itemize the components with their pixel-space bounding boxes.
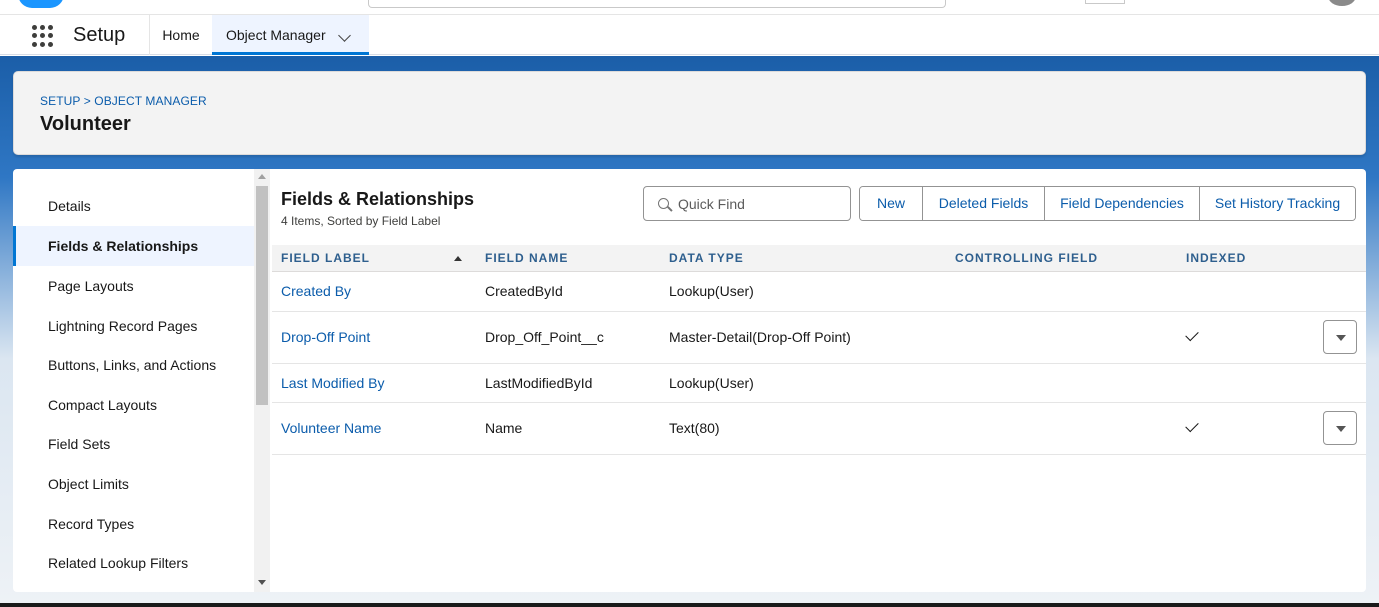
- nav-tab-home[interactable]: Home: [150, 15, 212, 55]
- table-row: Last Modified By LastModifiedById Lookup…: [272, 364, 1366, 403]
- column-header-controlling-field[interactable]: CONTROLLING FIELD: [955, 245, 1098, 272]
- table-row: Volunteer Name Name Text(80): [272, 403, 1366, 455]
- avatar[interactable]: [1328, 0, 1356, 6]
- column-header-field-name[interactable]: FIELD NAME: [485, 245, 568, 272]
- nav-tab-object-manager-label: Object Manager: [226, 27, 326, 43]
- table-header: FIELD LABEL FIELD NAME DATA TYPE CONTROL…: [272, 245, 1366, 272]
- sidebar-item-record-types[interactable]: Record Types: [13, 504, 254, 544]
- field-name-cell: CreatedById: [485, 283, 563, 299]
- caret-down-icon: [1336, 335, 1346, 341]
- new-button[interactable]: New: [860, 187, 923, 220]
- indexed-check-icon: [1185, 327, 1199, 342]
- data-type-cell: Lookup(User): [669, 375, 754, 391]
- section-subtitle: 4 Items, Sorted by Field Label: [281, 214, 441, 228]
- chevron-down-icon[interactable]: [338, 29, 351, 42]
- sidebar: Details Fields & Relationships Page Layo…: [13, 169, 254, 592]
- column-header-indexed[interactable]: INDEXED: [1186, 245, 1246, 272]
- object-detail-panel: Details Fields & Relationships Page Layo…: [13, 169, 1366, 592]
- scroll-up-arrow-icon[interactable]: [258, 174, 266, 179]
- global-header: [0, 0, 1379, 15]
- field-name-cell: Name: [485, 420, 523, 436]
- section-title: Fields & Relationships: [281, 189, 475, 209]
- row-actions-dropdown[interactable]: [1323, 411, 1357, 445]
- sidebar-item-details[interactable]: Details: [13, 186, 254, 226]
- object-header: SETUP > OBJECT MANAGER Volunteer: [13, 71, 1366, 155]
- field-label-link[interactable]: Last Modified By: [281, 375, 385, 391]
- sidebar-item-related-lookup-filters[interactable]: Related Lookup Filters: [13, 543, 254, 583]
- field-label-link[interactable]: Drop-Off Point: [281, 329, 370, 345]
- field-label-link[interactable]: Created By: [281, 283, 351, 299]
- sort-ascending-icon[interactable]: [454, 256, 462, 261]
- indexed-check-icon: [1185, 418, 1199, 433]
- sidebar-item-field-sets[interactable]: Field Sets: [13, 424, 254, 464]
- sidebar-item-buttons-links-actions[interactable]: Buttons, Links, and Actions: [13, 345, 254, 385]
- scrollbar-thumb[interactable]: [256, 186, 268, 405]
- search-icon: [658, 198, 669, 209]
- action-button-group: New Deleted Fields Field Dependencies Se…: [859, 186, 1356, 221]
- sidebar-item-lightning-record-pages[interactable]: Lightning Record Pages: [13, 306, 254, 346]
- field-dependencies-button[interactable]: Field Dependencies: [1045, 187, 1200, 220]
- app-nav-bar: Setup Home Object Manager: [0, 15, 1379, 55]
- sidebar-item-compact-layouts[interactable]: Compact Layouts: [13, 385, 254, 425]
- column-header-data-type[interactable]: DATA TYPE: [669, 245, 744, 272]
- field-label-link[interactable]: Volunteer Name: [281, 420, 381, 436]
- app-launcher-icon[interactable]: [32, 25, 54, 47]
- deleted-fields-button[interactable]: Deleted Fields: [923, 187, 1045, 220]
- sidebar-item-page-layouts[interactable]: Page Layouts: [13, 266, 254, 306]
- caret-down-icon: [1336, 426, 1346, 432]
- taskbar-edge: [0, 603, 1379, 607]
- table-row: Created By CreatedById Lookup(User): [272, 272, 1366, 312]
- fields-relationships-content: Fields & Relationships 4 Items, Sorted b…: [272, 169, 1366, 592]
- breadcrumb[interactable]: SETUP > OBJECT MANAGER: [40, 94, 207, 108]
- row-actions-dropdown[interactable]: [1323, 320, 1357, 354]
- nav-tab-object-manager[interactable]: Object Manager: [212, 15, 369, 55]
- column-header-field-label[interactable]: FIELD LABEL: [281, 245, 370, 272]
- quick-find-field[interactable]: [643, 186, 851, 221]
- sidebar-item-fields-relationships[interactable]: Fields & Relationships: [13, 226, 254, 266]
- salesforce-logo[interactable]: [18, 0, 64, 8]
- data-type-cell: Text(80): [669, 420, 720, 436]
- sidebar-scrollbar[interactable]: [254, 169, 270, 592]
- quick-find-input[interactable]: [678, 187, 846, 220]
- set-history-tracking-button[interactable]: Set History Tracking: [1200, 187, 1355, 220]
- app-name: Setup: [73, 24, 126, 46]
- global-search-box[interactable]: [368, 0, 946, 8]
- data-type-cell: Lookup(User): [669, 283, 754, 299]
- data-type-cell: Master-Detail(Drop-Off Point): [669, 329, 851, 345]
- field-name-cell: LastModifiedById: [485, 375, 593, 391]
- page-title: Volunteer: [40, 113, 131, 135]
- sidebar-item-object-limits[interactable]: Object Limits: [13, 464, 254, 504]
- table-row: Drop-Off Point Drop_Off_Point__c Master-…: [272, 312, 1366, 364]
- global-header-actions[interactable]: [1085, 0, 1125, 4]
- scroll-down-arrow-icon[interactable]: [258, 580, 266, 585]
- field-name-cell: Drop_Off_Point__c: [485, 329, 604, 345]
